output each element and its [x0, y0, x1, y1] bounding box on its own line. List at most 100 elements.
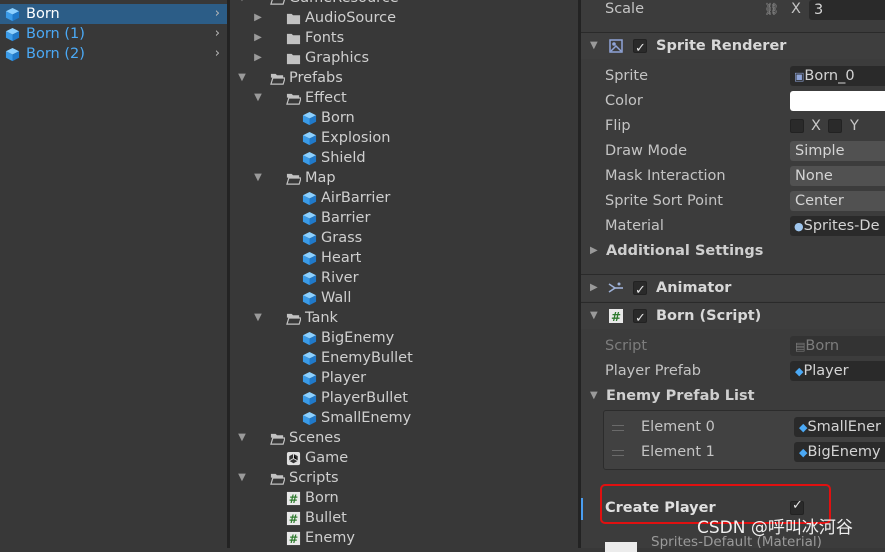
project-folder-item[interactable]: ▼ Prefabs	[230, 68, 578, 88]
project-item-label: Wall	[321, 290, 352, 306]
project-item-label: Effect	[305, 90, 347, 106]
project-asset-item[interactable]: PlayerBullet	[230, 388, 578, 408]
project-asset-item[interactable]: AirBarrier	[230, 188, 578, 208]
hierarchy-item[interactable]: Born (1) ›	[0, 24, 227, 44]
open-folder-icon	[270, 433, 285, 445]
mask-interaction-dropdown[interactable]: None	[790, 166, 885, 186]
enemy-prefab-list-label: Enemy Prefab List	[606, 388, 755, 404]
project-asset-item[interactable]: # Bullet	[230, 508, 578, 528]
project-asset-item[interactable]: Shield	[230, 148, 578, 168]
project-asset-item[interactable]: # Born	[230, 488, 578, 508]
project-asset-item[interactable]: # Enemy	[230, 528, 578, 548]
flip-x-checkbox[interactable]	[790, 119, 804, 133]
open-folder-icon	[286, 93, 301, 105]
element-field[interactable]: ◆SmallEner	[794, 417, 885, 437]
sprite-renderer-enabled-checkbox[interactable]	[633, 36, 647, 62]
project-item-label: Heart	[321, 250, 362, 266]
project-item-label: Barrier	[321, 210, 371, 226]
flip-y-checkbox[interactable]	[828, 119, 842, 133]
enemy-prefab-list-foldout[interactable]: ▼ Enemy Prefab List	[581, 384, 885, 408]
sprite-renderer-icon	[609, 39, 623, 53]
player-prefab-label: Player Prefab	[605, 363, 701, 379]
born-script-title: Born (Script)	[656, 308, 762, 324]
project-folder-item[interactable]: ▼ Scripts	[230, 468, 578, 488]
project-asset-item[interactable]: Wall	[230, 288, 578, 308]
prefab-cube-icon	[5, 7, 20, 22]
collapse-arrow-icon[interactable]: ▼	[590, 33, 598, 59]
project-folder-item[interactable]: ▼ Tank	[230, 308, 578, 328]
collapse-arrow-icon[interactable]: ▼	[590, 384, 598, 408]
draw-mode-dropdown[interactable]: Simple	[790, 141, 885, 161]
hierarchy-item[interactable]: Born (2) ›	[0, 44, 227, 64]
expand-arrow-icon[interactable]: ▶	[252, 28, 264, 48]
expand-arrow-icon[interactable]: ▶	[252, 48, 264, 68]
material-label: Material	[605, 218, 664, 234]
born-script-header[interactable]: ▼ # Born (Script)	[581, 302, 885, 332]
color-swatch-field[interactable]	[790, 91, 885, 111]
material-asset-icon: ●	[794, 220, 804, 233]
project-folder-item[interactable]: ▼ Map	[230, 168, 578, 188]
hierarchy-item[interactable]: Born ›	[0, 4, 227, 24]
project-asset-item[interactable]: EnemyBullet	[230, 348, 578, 368]
sprite-label: Sprite	[605, 68, 649, 84]
collapse-arrow-icon[interactable]: ▼	[236, 428, 248, 448]
expand-arrow-icon[interactable]: ▶	[590, 275, 598, 301]
project-asset-item[interactable]: Grass	[230, 228, 578, 248]
project-asset-item[interactable]: Heart	[230, 248, 578, 268]
scale-x-field[interactable]: 3	[809, 0, 885, 20]
drag-handle-icon[interactable]	[612, 425, 624, 431]
prefab-cube-icon	[5, 47, 20, 62]
modified-indicator	[581, 498, 583, 520]
drag-handle-icon[interactable]	[612, 450, 624, 456]
element-field[interactable]: ◆BigEnemy	[794, 442, 885, 462]
project-asset-item[interactable]: BigEnemy	[230, 328, 578, 348]
additional-settings-foldout[interactable]: ▶ Additional Settings	[581, 239, 885, 263]
script-value: Born	[805, 338, 840, 354]
collapse-arrow-icon[interactable]: ▼	[236, 0, 248, 8]
sprite-sort-point-dropdown[interactable]: Center	[790, 191, 885, 211]
project-folder-item[interactable]: ▼ GameResource	[230, 0, 578, 8]
project-asset-item[interactable]: SmallEnemy	[230, 408, 578, 428]
project-asset-item[interactable]: Barrier	[230, 208, 578, 228]
foldout-arrow-icon[interactable]: ▶	[590, 239, 598, 263]
collapse-arrow-icon[interactable]: ▼	[590, 303, 598, 329]
animator-header[interactable]: ▶ Animator	[581, 274, 885, 304]
prefab-cube-icon	[302, 231, 317, 246]
collapse-arrow-icon[interactable]: ▼	[252, 168, 264, 188]
player-prefab-field[interactable]: ◆Player	[790, 361, 885, 381]
chevron-right-icon[interactable]: ›	[215, 4, 220, 24]
sprite-asset-icon: ▣	[794, 70, 805, 83]
list-item: Element 0 ◆SmallEner	[604, 415, 885, 439]
project-folder-item[interactable]: ▶ Fonts	[230, 28, 578, 48]
flip-row: Flip X Y	[581, 114, 885, 138]
element-label: Element 0	[641, 419, 715, 435]
collapse-arrow-icon[interactable]: ▼	[236, 468, 248, 488]
born-script-enabled-checkbox[interactable]	[633, 306, 647, 332]
unity-scene-icon	[286, 451, 301, 466]
project-asset-item[interactable]: River	[230, 268, 578, 288]
collapse-arrow-icon[interactable]: ▼	[252, 88, 264, 108]
animator-enabled-checkbox[interactable]	[633, 278, 647, 304]
csharp-script-icon: #	[286, 491, 301, 506]
inspector-panel: Scale ⛓ X 3 ▼ Sprite Renderer Sprite ▣Bo…	[581, 0, 885, 552]
project-asset-item[interactable]: Player	[230, 368, 578, 388]
expand-arrow-icon[interactable]: ▶	[252, 8, 264, 28]
project-asset-item[interactable]: Game	[230, 448, 578, 468]
link-icon[interactable]: ⛓	[764, 0, 779, 21]
collapse-arrow-icon[interactable]: ▼	[252, 308, 264, 328]
open-folder-icon	[286, 313, 301, 325]
project-folder-item[interactable]: ▼ Scenes	[230, 428, 578, 448]
sprite-field[interactable]: ▣Born_0	[790, 66, 885, 86]
chevron-right-icon[interactable]: ›	[215, 24, 220, 44]
scale-label: Scale	[605, 1, 645, 17]
project-asset-item[interactable]: Born	[230, 108, 578, 128]
material-field[interactable]: ●Sprites-De	[790, 216, 885, 236]
project-folder-item[interactable]: ▶ Graphics	[230, 48, 578, 68]
project-folder-item[interactable]: ▼ Effect	[230, 88, 578, 108]
collapse-arrow-icon[interactable]: ▼	[236, 68, 248, 88]
sprite-renderer-header[interactable]: ▼ Sprite Renderer	[581, 32, 885, 62]
project-item-label: Born	[305, 490, 339, 506]
project-asset-item[interactable]: Explosion	[230, 128, 578, 148]
chevron-right-icon[interactable]: ›	[215, 44, 220, 64]
project-folder-item[interactable]: ▶ AudioSource	[230, 8, 578, 28]
